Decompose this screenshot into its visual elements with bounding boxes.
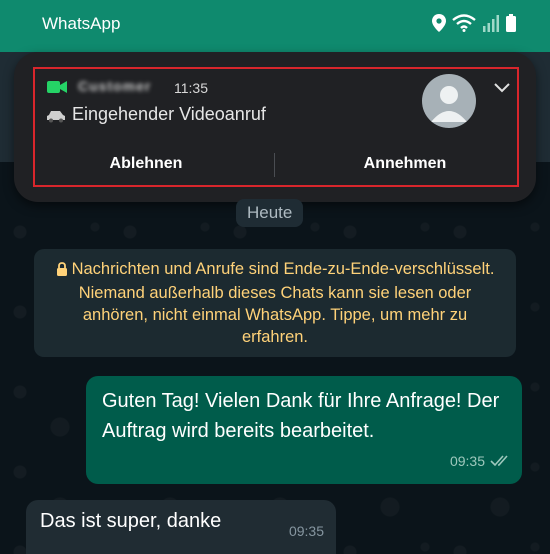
wifi-icon	[452, 14, 476, 32]
location-icon	[432, 14, 446, 32]
status-bar: WhatsApp	[0, 0, 550, 52]
avatar-placeholder-icon	[431, 86, 467, 122]
message-time: 09:35	[288, 523, 324, 539]
decline-button[interactable]: Ablehnen	[46, 155, 246, 173]
battery-icon	[506, 14, 516, 32]
lock-icon	[56, 260, 68, 282]
signal-icon	[483, 15, 499, 32]
chevron-down-icon[interactable]	[494, 80, 510, 98]
message-meta: 09:35	[450, 446, 512, 476]
message-time: 09:35	[449, 453, 485, 469]
app-name: WhatsApp	[42, 14, 121, 33]
notification-text: Eingehender Videoanruf	[72, 104, 266, 124]
status-icons	[432, 14, 516, 32]
caller-name: Customer	[78, 78, 152, 94]
accept-button[interactable]: Annehmen	[305, 155, 505, 173]
message-bubble-outgoing[interactable]: Guten Tag! Vielen Dank für Ihre Anfrage!…	[86, 376, 522, 484]
message-bubble-incoming[interactable]: Das ist super, danke 09:35	[26, 500, 336, 554]
day-chip: Heute	[236, 199, 304, 227]
button-divider	[274, 153, 275, 177]
notification-time: 11:35	[174, 80, 208, 96]
encryption-notice-text: Nachrichten und Anrufe sind Ende-zu-Ende…	[71, 260, 495, 346]
double-check-icon	[490, 455, 508, 467]
caller-avatar	[422, 74, 476, 128]
message-text: Guten Tag! Vielen Dank für Ihre Anfrage!…	[102, 390, 500, 442]
car-icon	[46, 109, 66, 128]
message-text: Das ist super, danke	[40, 510, 222, 532]
video-call-icon	[47, 79, 67, 100]
encryption-notice[interactable]: Nachrichten und Anrufe sind Ende-zu-Ende…	[34, 249, 516, 357]
